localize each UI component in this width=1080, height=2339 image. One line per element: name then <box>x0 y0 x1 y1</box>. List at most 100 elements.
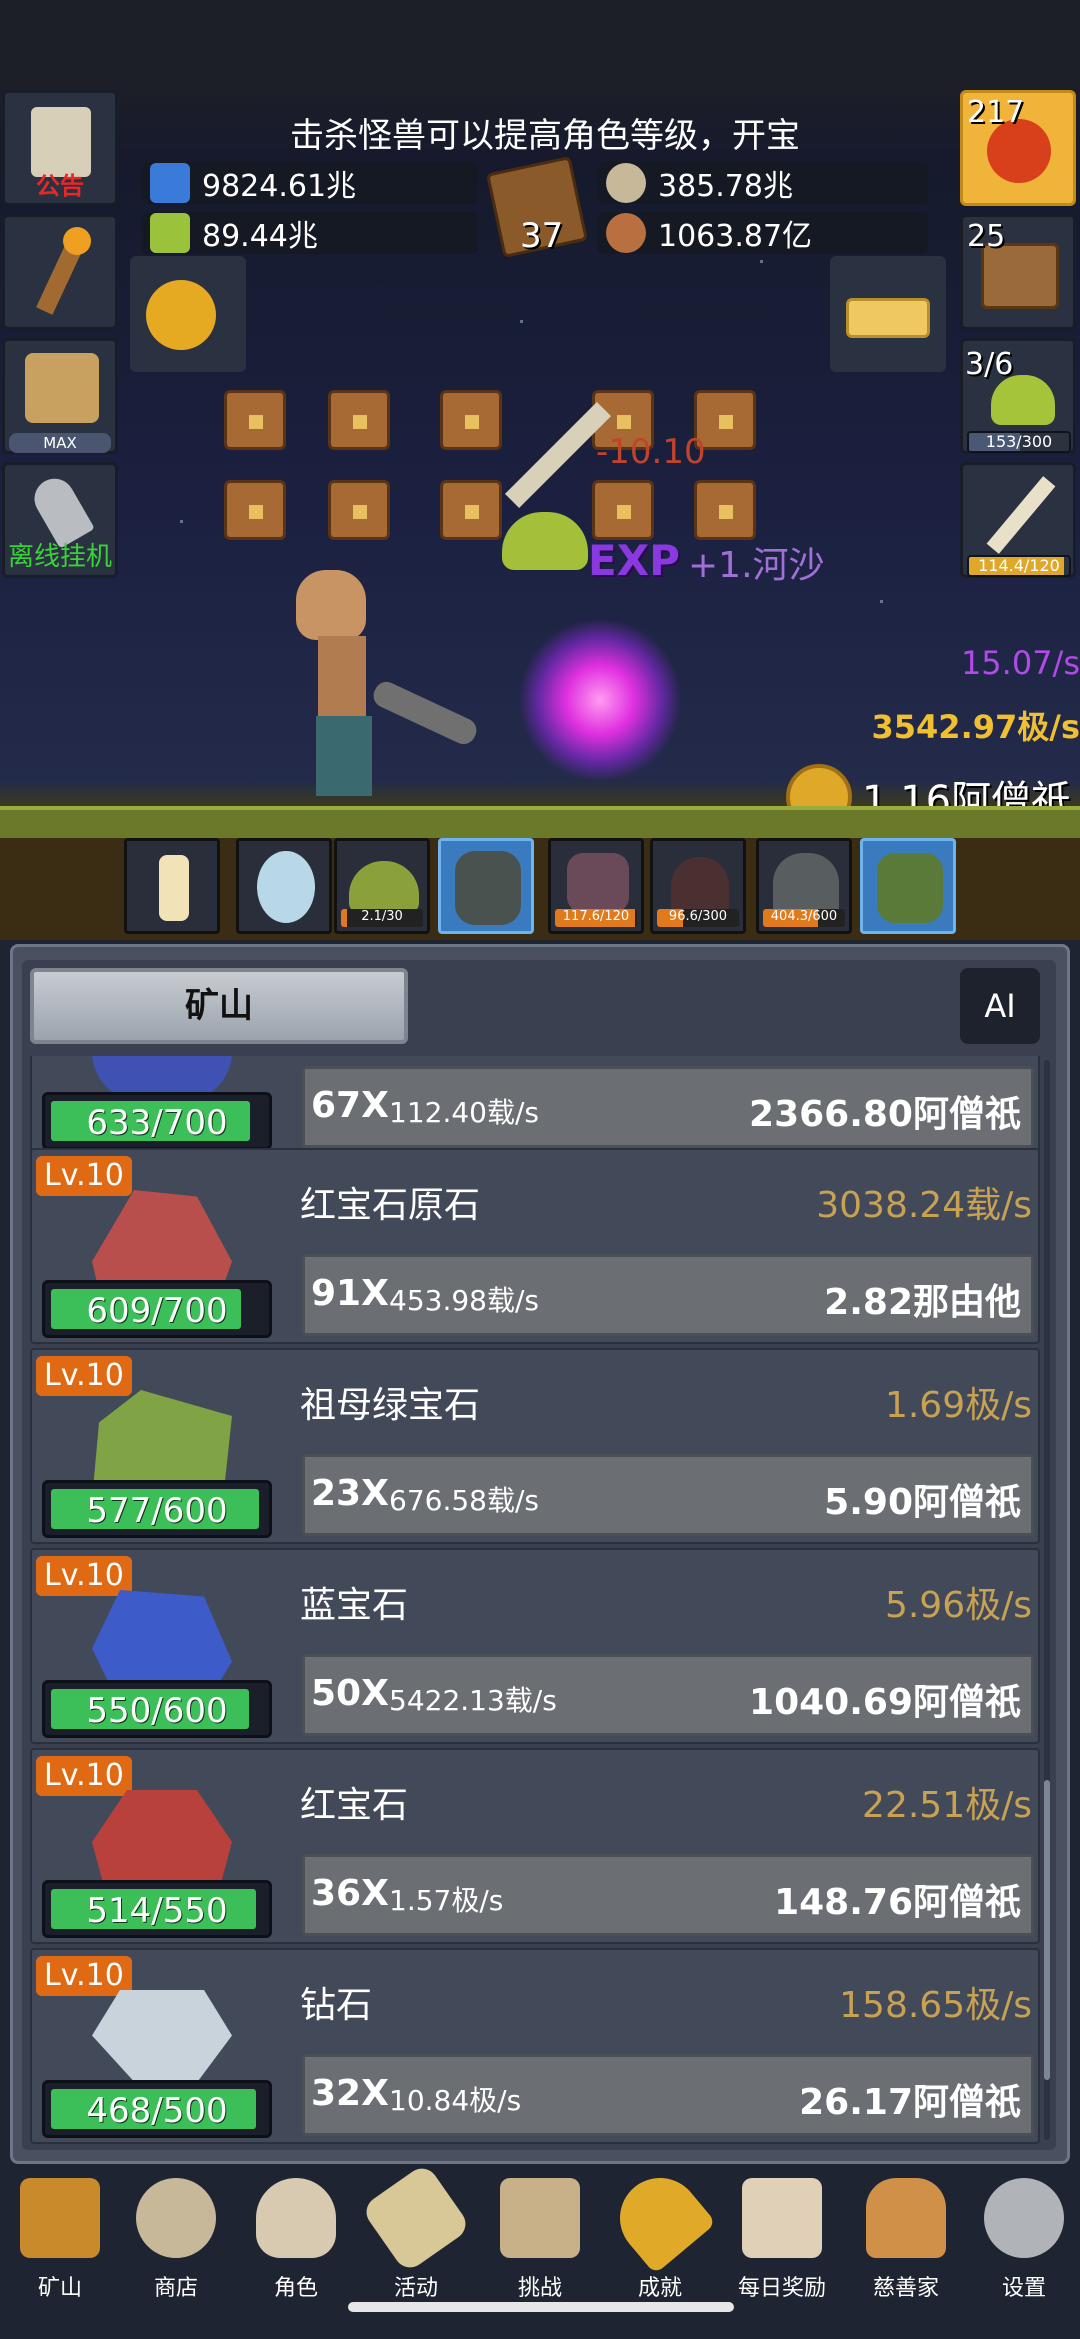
shop-icon <box>136 2178 216 2258</box>
drop-text: +1.河沙 <box>688 545 825 586</box>
sword-progress: 114.4/120 <box>967 555 1071 577</box>
monster-slot-bat[interactable]: 117.6/120 <box>548 838 644 934</box>
upgrade-button[interactable]: 50X 5422.13载/s 1040.69阿僧祇 <box>302 1654 1034 1736</box>
exp-text: EXP <box>588 536 680 585</box>
gem-list[interactable]: 633/700 67X 112.40载/s 2366.80阿僧祇 Lv.10 6… <box>30 1056 1042 2150</box>
rate-yellow: 3542.97极/s <box>871 708 1080 746</box>
gem-progress: 609/700 <box>42 1280 272 1338</box>
ticker-text: 击杀怪兽可以提高角色等级，开宝 <box>290 116 800 156</box>
max-badge: MAX <box>9 433 111 453</box>
resource-meat: 1063.87亿 <box>598 212 928 254</box>
rate-purple: 15.07/s <box>960 644 1080 682</box>
gem-name: 蓝宝石 <box>300 1585 409 1626</box>
gem-row: 633/700 67X 112.40载/s 2366.80阿僧祇 <box>30 1056 1040 1156</box>
torch-button[interactable] <box>2 214 118 330</box>
level-badge: Lv.10 <box>36 1156 132 1196</box>
offline-idle-button[interactable]: 离线挂机 <box>2 462 118 578</box>
resource-shell: 385.78兆 <box>598 162 928 204</box>
meat-icon <box>606 213 646 253</box>
monster-slot-slime[interactable]: 2.1/30 <box>334 838 430 934</box>
slime-button[interactable]: 3/6 153/300 <box>960 338 1076 454</box>
chest[interactable] <box>440 390 502 450</box>
gem-rate: 1.69极/s <box>884 1385 1032 1426</box>
gear-icon <box>984 2178 1064 2258</box>
upgrade-button[interactable]: 91X 453.98载/s 2.82那由他 <box>302 1254 1034 1336</box>
chest-button[interactable]: 25 <box>960 214 1076 330</box>
gem-name: 祖母绿宝石 <box>300 1385 481 1426</box>
scroll-track[interactable] <box>1044 1060 1050 2140</box>
beer-button[interactable]: MAX <box>2 338 118 454</box>
shell-icon <box>606 163 646 203</box>
chest[interactable] <box>694 480 756 540</box>
character-head <box>296 570 366 640</box>
gem-rate: 158.65极/s <box>839 1985 1032 2026</box>
level-badge: Lv.10 <box>36 1556 132 1596</box>
character-body <box>318 636 366 720</box>
monster-slot-egg[interactable] <box>236 838 332 934</box>
chest[interactable] <box>224 480 286 540</box>
gem-row-sapphire: Lv.10 550/600 蓝宝石 5.96极/s 50X 5422.13载/s… <box>30 1548 1040 1744</box>
gem-name: 钻石 <box>300 1985 373 2026</box>
resource-green-potion: 89.44兆 <box>142 212 478 254</box>
blue-potion-icon <box>150 163 190 203</box>
lantern-icon <box>20 2178 100 2258</box>
monster-slot-zombie[interactable] <box>438 838 534 934</box>
scroll-icon <box>360 2162 472 2274</box>
monster-slot-ghost[interactable]: 404.3/600 <box>756 838 852 934</box>
chest[interactable] <box>328 480 390 540</box>
gem-progress: 468/500 <box>42 2080 272 2138</box>
sword-icon <box>986 476 1056 554</box>
slime-monster-icon <box>349 861 419 913</box>
scroll-thumb[interactable] <box>1044 1780 1050 2080</box>
gem-rate: 22.51极/s <box>862 1785 1032 1826</box>
gem-progress: 577/600 <box>42 1480 272 1538</box>
candle-icon <box>159 855 189 921</box>
monster-slot-squid[interactable]: 96.6/300 <box>650 838 746 934</box>
book-count: 37 <box>520 216 564 256</box>
monster-slot-orc[interactable] <box>860 838 956 934</box>
gold-bar-button[interactable] <box>830 256 946 372</box>
chest[interactable] <box>592 480 654 540</box>
nav-mine[interactable]: 矿山 <box>0 2176 120 2301</box>
zombie-icon <box>455 851 521 925</box>
chest[interactable] <box>328 390 390 450</box>
monster-slot-candle[interactable] <box>124 838 220 934</box>
gem-row-ruby-ore: Lv.10 609/700 红宝石原石 3038.24载/s 91X 453.9… <box>30 1148 1040 1344</box>
nav-philanthropist[interactable]: 慈善家 <box>846 2176 966 2301</box>
sword-button[interactable]: 114.4/120 <box>960 462 1076 578</box>
gem-name: 红宝石 <box>300 1785 409 1826</box>
nav-achievement[interactable]: 成就 <box>600 2161 720 2301</box>
gem-row-ruby: Lv.10 514/550 红宝石 22.51极/s 36X 1.57极/s 1… <box>30 1748 1040 1944</box>
announcement-button[interactable]: 公告 <box>2 90 118 206</box>
gold-bar-icon <box>846 298 930 338</box>
squid-icon <box>671 857 729 913</box>
chest[interactable] <box>440 480 502 540</box>
gem-name: 红宝石原石 <box>300 1185 481 1226</box>
nav-shop[interactable]: 商店 <box>116 2176 236 2301</box>
nav-character[interactable]: 角色 <box>236 2176 356 2301</box>
resource-blue-potion: 9824.61兆 <box>142 162 478 204</box>
ai-button[interactable]: AI <box>960 968 1040 1044</box>
nav-settings[interactable]: 设置 <box>964 2176 1080 2301</box>
home-indicator[interactable] <box>348 2302 734 2312</box>
ghost-icon <box>773 853 839 915</box>
map-icon <box>500 2178 580 2258</box>
gold-key-icon <box>146 280 216 350</box>
potion-button[interactable]: 217 <box>960 90 1076 206</box>
upgrade-button[interactable]: 32X 10.84极/s 26.17阿僧祇 <box>302 2054 1034 2136</box>
upgrade-button[interactable]: 36X 1.57极/s 148.76阿僧祇 <box>302 1854 1034 1936</box>
tab-mine[interactable]: 矿山 <box>30 968 408 1044</box>
gem-rate: 5.96极/s <box>884 1585 1032 1626</box>
upgrade-button[interactable]: 67X 112.40载/s 2366.80阿僧祇 <box>302 1066 1034 1148</box>
upgrade-button[interactable]: 23X 676.58载/s 5.90阿僧祇 <box>302 1454 1034 1536</box>
slime-progress: 153/300 <box>967 431 1071 453</box>
nav-challenge[interactable]: 挑战 <box>480 2176 600 2301</box>
letter-icon <box>742 2178 822 2258</box>
level-badge: Lv.10 <box>36 1356 132 1396</box>
nav-daily-reward[interactable]: 每日奖励 <box>722 2176 842 2301</box>
skull-icon <box>256 2178 336 2258</box>
treasure-key-button[interactable] <box>130 256 246 372</box>
nav-activity[interactable]: 活动 <box>356 2162 476 2301</box>
bat-icon <box>567 853 629 913</box>
chest[interactable] <box>224 390 286 450</box>
